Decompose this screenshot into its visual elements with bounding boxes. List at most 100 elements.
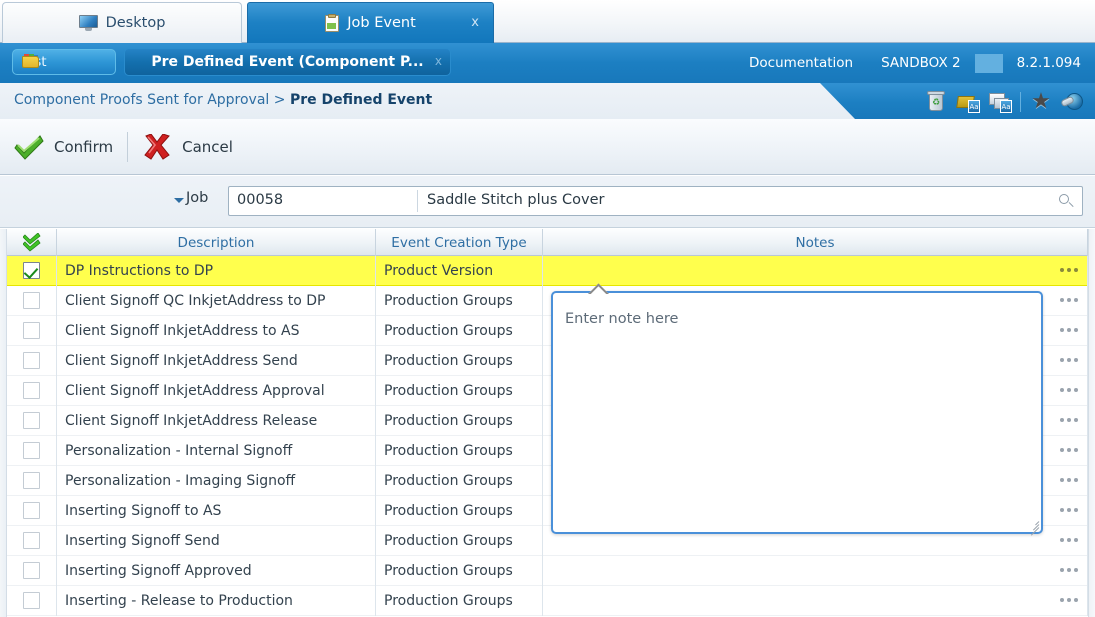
checkbox-icon[interactable]: [23, 292, 40, 309]
grid-header-select-all[interactable]: [7, 229, 57, 256]
job-number-input[interactable]: 00058: [237, 192, 283, 208]
grid-header-event-creation-type[interactable]: Event Creation Type: [376, 229, 543, 256]
breadcrumb-parent[interactable]: Component Proofs Sent for Approval: [14, 92, 269, 108]
documentation-link[interactable]: Documentation: [735, 55, 867, 71]
table-row[interactable]: DP Instructions to DP Product Version: [7, 255, 1088, 286]
cell-event-creation-type: Production Groups: [376, 285, 543, 316]
ellipsis-menu-icon[interactable]: [1060, 297, 1078, 302]
recycle-bin-icon[interactable]: ♻: [924, 90, 948, 114]
row-checkbox-cell[interactable]: [7, 375, 57, 406]
checkbox-icon[interactable]: [23, 352, 40, 369]
tab-job-event-label: Job Event: [347, 15, 416, 31]
grid-header-notes[interactable]: Notes: [543, 229, 1088, 256]
checkbox-icon[interactable]: [23, 322, 40, 339]
predefined-event-close-icon[interactable]: x: [435, 54, 442, 68]
checkbox-checked-icon[interactable]: [23, 262, 40, 279]
chevron-down-icon[interactable]: [174, 198, 184, 203]
cell-description: Client Signoff InkjetAddress Release: [57, 405, 376, 436]
checkbox-icon[interactable]: [23, 472, 40, 489]
cell-event-creation-type: Production Groups: [376, 345, 543, 376]
table-row[interactable]: Inserting Signoff Approved Production Gro…: [7, 555, 1088, 586]
row-checkbox-cell[interactable]: [7, 555, 57, 586]
ellipsis-menu-icon[interactable]: [1060, 507, 1078, 512]
predefined-event-button[interactable]: Pre Defined Event (Component P... x: [124, 48, 451, 76]
checkbox-icon[interactable]: [23, 532, 40, 549]
cell-event-creation-type: Production Groups: [376, 495, 543, 526]
ellipsis-menu-icon[interactable]: [1060, 567, 1078, 572]
tab-strip: Desktop Job Event x: [0, 0, 1095, 43]
checkbox-icon[interactable]: [23, 442, 40, 459]
ellipsis-menu-icon[interactable]: [1060, 417, 1078, 422]
ellipsis-menu-icon[interactable]: [1060, 327, 1078, 332]
list-button[interactable]: List: [12, 49, 116, 75]
cell-description: DP Instructions to DP: [57, 255, 376, 286]
row-checkbox-cell[interactable]: [7, 585, 57, 616]
note-popup[interactable]: Enter note here: [551, 291, 1043, 536]
checkbox-icon[interactable]: [23, 412, 40, 429]
cell-notes[interactable]: [543, 255, 1088, 286]
close-icon: [142, 132, 172, 160]
confirm-label: Confirm: [54, 137, 114, 156]
row-checkbox-cell[interactable]: [7, 345, 57, 376]
cell-description: Personalization - Internal Signoff: [57, 435, 376, 466]
module-header-bar: List Pre Defined Event (Component P... x…: [0, 43, 1095, 83]
globe-key-icon[interactable]: [1060, 90, 1085, 114]
star-icon[interactable]: ★: [1029, 90, 1053, 114]
checkbox-icon[interactable]: [23, 562, 40, 579]
cell-event-creation-type: Production Groups: [376, 555, 543, 586]
grid-header-description[interactable]: Description: [57, 229, 376, 256]
cell-description: Client Signoff InkjetAddress Approval: [57, 375, 376, 406]
cell-description: Client Signoff QC InkjetAddress to DP: [57, 285, 376, 316]
row-checkbox-cell[interactable]: [7, 285, 57, 316]
row-checkbox-cell[interactable]: [7, 315, 57, 346]
breadcrumb-current: Pre Defined Event: [289, 92, 433, 108]
row-checkbox-cell[interactable]: [7, 465, 57, 496]
tab-job-event[interactable]: Job Event x: [247, 2, 494, 43]
checkbox-icon[interactable]: [23, 382, 40, 399]
tab-close-icon[interactable]: x: [471, 15, 479, 30]
icon-bar-divider: [1020, 92, 1021, 112]
tab-desktop[interactable]: Desktop: [2, 2, 242, 43]
cell-notes[interactable]: [543, 555, 1088, 586]
checkbox-icon[interactable]: [23, 502, 40, 519]
row-checkbox-cell[interactable]: [7, 435, 57, 466]
resize-handle-icon[interactable]: [1026, 517, 1040, 536]
job-label: Job: [186, 190, 209, 206]
cancel-button[interactable]: Cancel: [128, 119, 247, 175]
ellipsis-menu-icon[interactable]: [1060, 357, 1078, 362]
grid-header-row: Description Event Creation Type Notes: [7, 229, 1088, 256]
note-textarea-placeholder: Enter note here: [565, 311, 679, 327]
ellipsis-menu-icon[interactable]: [1060, 447, 1078, 452]
cell-event-creation-type: Production Groups: [376, 465, 543, 496]
row-checkbox-cell[interactable]: [7, 255, 57, 286]
ellipsis-menu-icon[interactable]: [1060, 267, 1078, 272]
checkbox-icon[interactable]: [23, 592, 40, 609]
table-row[interactable]: Inserting - Release to Production Product…: [7, 585, 1088, 616]
tab-desktop-label: Desktop: [105, 15, 166, 31]
job-field-row: Job 00058 Saddle Stitch plus Cover: [0, 176, 1095, 228]
screen-aa-icon[interactable]: Aa: [988, 90, 1012, 114]
check-icon: [14, 134, 44, 160]
job-input-divider: [417, 190, 418, 212]
confirm-button[interactable]: Confirm: [0, 119, 127, 175]
search-icon[interactable]: [1058, 193, 1074, 209]
cancel-label: Cancel: [182, 137, 233, 156]
cell-event-creation-type: Production Groups: [376, 315, 543, 346]
cell-description: Client Signoff InkjetAddress Send: [57, 345, 376, 376]
grid-left-edge: [0, 229, 7, 617]
row-checkbox-cell[interactable]: [7, 405, 57, 436]
cell-notes[interactable]: [543, 585, 1088, 616]
ellipsis-menu-icon[interactable]: [1060, 387, 1078, 392]
cell-event-creation-type: Production Groups: [376, 585, 543, 616]
ellipsis-menu-icon[interactable]: [1060, 477, 1078, 482]
ellipsis-menu-icon[interactable]: [1060, 597, 1078, 602]
row-checkbox-cell[interactable]: [7, 525, 57, 556]
cell-event-creation-type: Production Groups: [376, 375, 543, 406]
job-input-group[interactable]: 00058 Saddle Stitch plus Cover: [228, 186, 1083, 216]
folder-aa-icon[interactable]: Aa: [956, 90, 980, 114]
folder-icon: [22, 54, 39, 69]
environment-label: SANDBOX 2: [881, 55, 961, 71]
monitor-icon: [78, 15, 98, 31]
ellipsis-menu-icon[interactable]: [1060, 537, 1078, 542]
row-checkbox-cell[interactable]: [7, 495, 57, 526]
